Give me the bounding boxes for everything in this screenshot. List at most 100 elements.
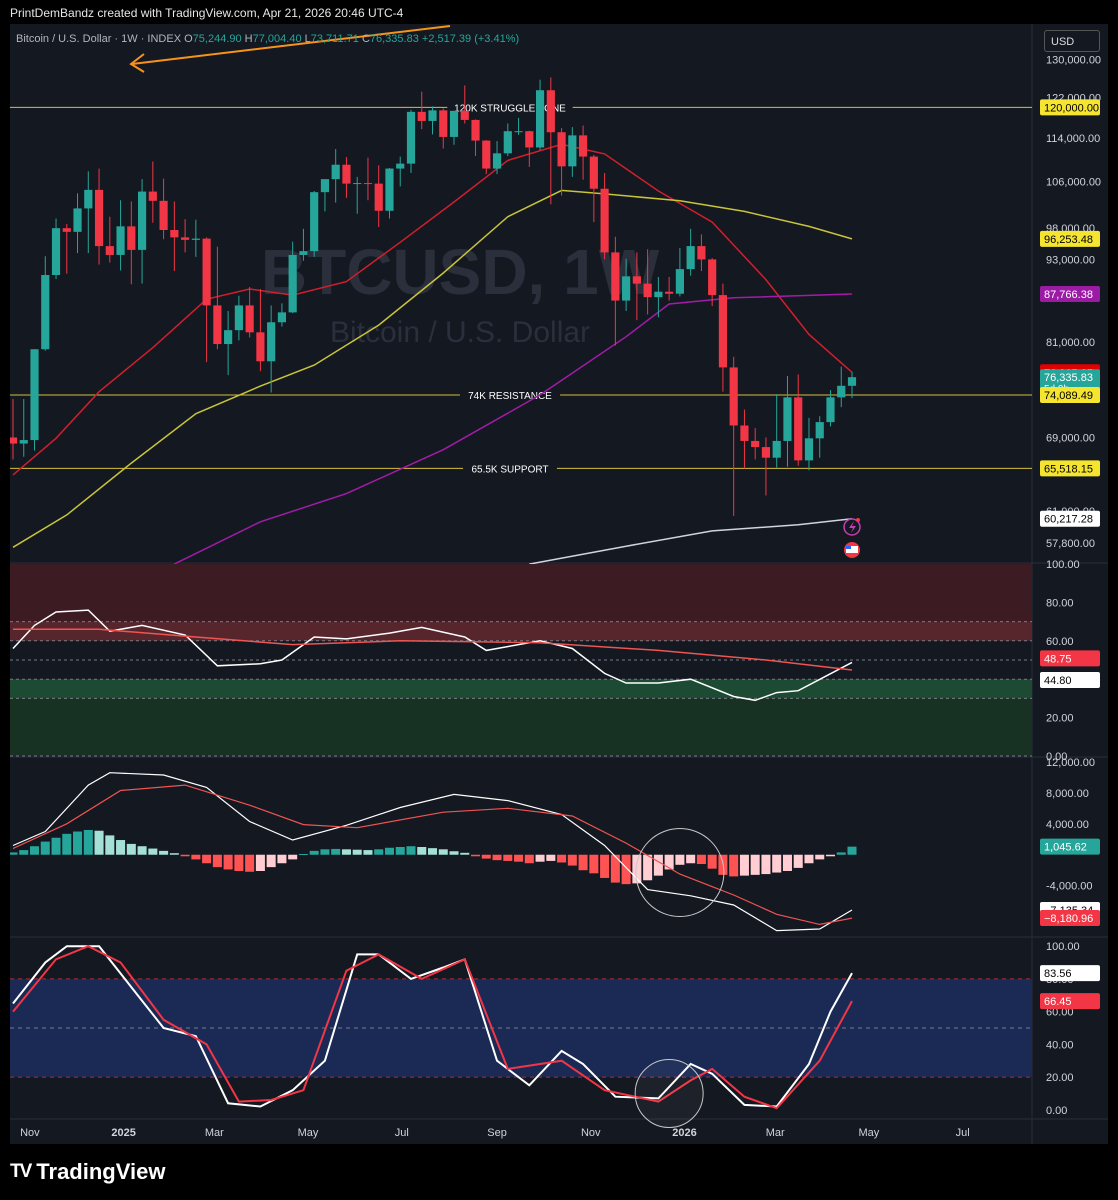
- candle-body: [224, 330, 233, 345]
- candle-body: [10, 437, 18, 444]
- macd-histogram-bar: [589, 854, 599, 874]
- flag-canton-icon: [846, 546, 851, 549]
- macd-histogram-bar: [600, 854, 610, 878]
- legend-high-label: H: [244, 33, 253, 45]
- macd-histogram-bar: [729, 854, 739, 877]
- macd-histogram-bar: [492, 854, 502, 861]
- candle-body: [686, 246, 695, 270]
- candle-body: [256, 332, 265, 362]
- candle-body: [30, 349, 39, 441]
- legend-close-label: C: [361, 33, 370, 45]
- candle-body: [417, 111, 426, 121]
- candle-body: [191, 238, 200, 240]
- rsi-band: [10, 679, 1032, 699]
- candle-body: [482, 140, 491, 169]
- candle-body: [718, 295, 728, 368]
- candle-body: [170, 230, 179, 238]
- candle-body: [310, 192, 319, 252]
- candle-body: [740, 425, 749, 441]
- tradingview-brand[interactable]: TV TradingView: [10, 1159, 166, 1184]
- candle-body: [84, 189, 93, 209]
- macd-histogram-bar: [557, 854, 567, 863]
- macd-histogram-bar: [331, 848, 341, 855]
- candle-body: [396, 163, 405, 169]
- price-label: 60,217.28: [1044, 514, 1093, 526]
- macd-histogram-bar: [29, 846, 40, 855]
- candle-body: [675, 269, 684, 294]
- brand-name: TradingView: [36, 1159, 166, 1184]
- macd-histogram-bar: [137, 846, 147, 855]
- candle-body: [116, 226, 125, 255]
- macd-histogram-bar: [288, 854, 298, 860]
- macd-histogram-bar: [406, 846, 416, 855]
- currency-button[interactable]: USD: [1044, 30, 1100, 52]
- macd-histogram-bar: [384, 847, 394, 855]
- candle-body: [751, 440, 760, 448]
- candle-body: [353, 183, 362, 185]
- candle-body: [234, 305, 243, 331]
- candle-body: [331, 164, 340, 180]
- price-tick-label: 114,000.00: [1046, 133, 1100, 145]
- time-tick-label: Nov: [20, 1127, 40, 1139]
- candle-body: [320, 179, 330, 193]
- time-tick-label: Nov: [581, 1127, 601, 1139]
- candle-body: [665, 291, 674, 294]
- macd-histogram-bar: [266, 854, 276, 868]
- price-label: 74,089.49: [1044, 390, 1093, 402]
- watermark-name: Bitcoin / U.S. Dollar: [330, 316, 590, 349]
- candle-body: [105, 246, 114, 255]
- candle-body: [213, 305, 222, 345]
- macd-histogram-bar: [94, 830, 104, 855]
- macd-value-label: −8,180.96: [1044, 913, 1093, 925]
- price-tick-label: 93,000.00: [1046, 254, 1095, 266]
- candle-body: [202, 238, 211, 306]
- macd-histogram-bar: [309, 850, 319, 855]
- candle-body: [557, 132, 566, 167]
- chart-credit: PrintDemBandz created with TradingView.c…: [10, 6, 404, 20]
- moving-average-line: [529, 517, 853, 565]
- time-tick-label: Jul: [395, 1127, 409, 1139]
- macd-histogram-bar: [374, 849, 384, 855]
- time-tick-label: Mar: [766, 1127, 785, 1139]
- chart-canvas[interactable]: BTCUSD, 1W Bitcoin / U.S. Dollar 130,000.0…: [10, 24, 1108, 1144]
- price-tick-label: 106,000.00: [1046, 176, 1101, 188]
- macd-histogram-bar: [449, 851, 459, 855]
- macd-histogram-bar: [169, 853, 179, 855]
- candle-body: [137, 191, 147, 250]
- macd-histogram-bar: [10, 852, 18, 855]
- macd-histogram-bar: [427, 848, 438, 855]
- macd-histogram-bar: [159, 850, 169, 855]
- price-tick-label: 69,000.00: [1046, 432, 1095, 444]
- stoch-highlight-circle: [634, 1058, 704, 1128]
- macd-histogram-bar: [578, 854, 588, 871]
- candle-body: [439, 110, 448, 137]
- macd-histogram-bar: [438, 849, 448, 855]
- macd-histogram-bar: [352, 849, 362, 855]
- candle-body: [277, 312, 286, 323]
- macd-histogram-bar: [750, 854, 760, 875]
- rsi-tick-label: 100.00: [1046, 559, 1080, 571]
- macd-tick-label: 12,000.00: [1046, 757, 1095, 769]
- plot-area[interactable]: BTCUSD, 1W Bitcoin / U.S. Dollar 130,000.0…: [10, 24, 1108, 1144]
- macd-histogram-bar: [277, 854, 287, 864]
- time-tick-label: May: [298, 1127, 319, 1139]
- macd-histogram-bar: [653, 854, 663, 876]
- candle-body: [363, 183, 373, 185]
- candle-body: [525, 131, 534, 148]
- macd-value-label: 1,045.62: [1044, 842, 1087, 854]
- candle-body: [514, 131, 523, 133]
- candle-body: [847, 377, 857, 386]
- time-tick-label: Jul: [956, 1127, 970, 1139]
- candle-body: [460, 110, 469, 120]
- legend-symbol[interactable]: Bitcoin / U.S. Dollar · 1W · INDEX: [16, 33, 181, 45]
- rsi-value-label: 48.75: [1044, 653, 1072, 665]
- level-label: 74K RESISTANCE: [468, 391, 552, 402]
- legend-high: 77,004.40: [252, 33, 302, 45]
- candle-body: [41, 275, 50, 350]
- candle-body: [288, 254, 297, 313]
- candle-body: [492, 153, 502, 169]
- macd-histogram-bar: [815, 854, 825, 860]
- macd-histogram-bar: [341, 849, 351, 855]
- candle-body: [815, 422, 824, 439]
- candle-body: [729, 367, 738, 426]
